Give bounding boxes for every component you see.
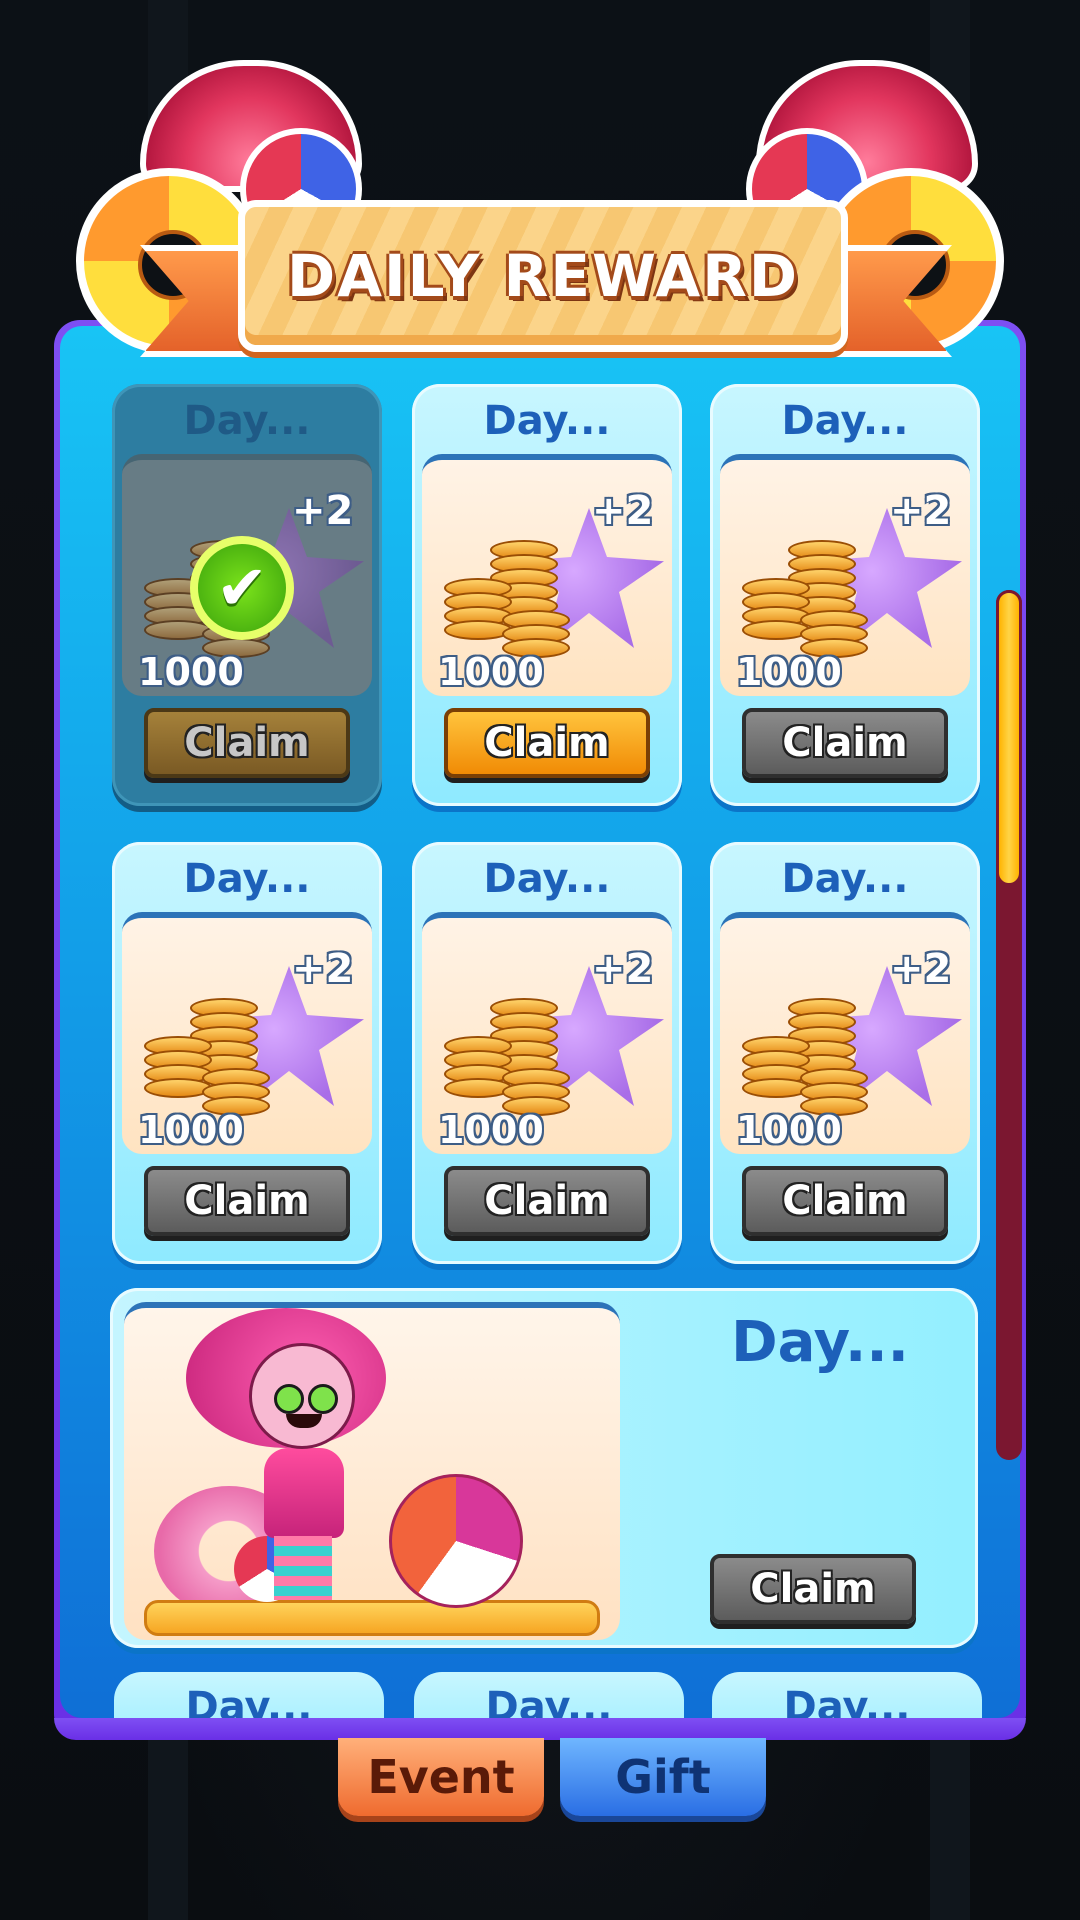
coin-amount: 1000 [736,1108,842,1152]
coin-amount: 1000 [138,1108,244,1152]
reward-box: +2 1000 [422,912,672,1154]
bonus-count: +2 [592,488,654,534]
bonus-count: +2 [890,488,952,534]
bonus-count: +2 [592,946,654,992]
day-card: Day... +2 1000 Claim [112,842,382,1264]
coin-amount: 1000 [438,1108,544,1152]
day-title: Day... [483,398,611,444]
day-title: Day... [183,856,311,902]
big-day-claim-button[interactable]: Claim [710,1554,916,1624]
panel-bottom-border [54,1718,1026,1740]
big-day-card: Day... Claim [110,1288,978,1648]
day-title: Day... [183,398,311,444]
character-legs [274,1536,332,1600]
claim-button[interactable]: Claim [444,1166,650,1236]
page-title: DAILY REWARD [286,242,800,310]
claim-button[interactable]: Claim [742,1166,948,1236]
day-title: Day... [781,398,909,444]
character-face [249,1343,355,1449]
beach-ball-icon [389,1474,523,1608]
character-mouth [286,1414,322,1428]
day-card: Day... +2 1000 Claim [710,384,980,806]
bonus-count: +2 [292,488,354,534]
reward-box: +2 1000 ✔ [122,454,372,696]
day-card: Day... +2 1000 ✔ Claim [112,384,382,806]
big-day-title: Day... [731,1310,909,1375]
platform [144,1600,600,1636]
tab-gift[interactable]: Gift [560,1738,766,1816]
check-icon: ✔ [190,536,294,640]
day-card: Day... +2 1000 Claim [710,842,980,1264]
character-reward-box [124,1302,620,1640]
coin-amount: 1000 [736,650,842,694]
bonus-count: +2 [292,946,354,992]
coin-amount: 1000 [138,650,244,694]
character-eye [308,1384,338,1414]
character-eye [274,1384,304,1414]
check-glyph: ✔ [216,551,268,624]
day-title: Day... [483,856,611,902]
character-body [264,1448,344,1538]
coin-amount: 1000 [438,650,544,694]
tab-event[interactable]: Event [338,1738,544,1816]
claim-button[interactable]: Claim [144,1166,350,1236]
day-card: Day... +2 1000 Claim [412,842,682,1264]
day-card: Day... +2 1000 Claim [412,384,682,806]
reward-box: +2 1000 [422,454,672,696]
claim-button[interactable]: Claim [144,708,350,778]
scrollbar-thumb[interactable] [996,590,1022,886]
bonus-count: +2 [890,946,952,992]
reward-box: +2 1000 [720,912,970,1154]
day-title: Day... [781,856,909,902]
claim-button[interactable]: Claim [444,708,650,778]
title-banner: DAILY REWARD [238,200,848,352]
reward-box: +2 1000 [720,454,970,696]
claim-button[interactable]: Claim [742,708,948,778]
reward-box: +2 1000 [122,912,372,1154]
